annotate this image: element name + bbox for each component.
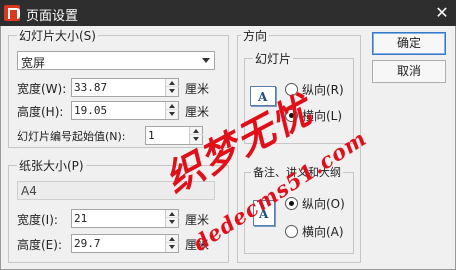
- slide-height-input[interactable]: [74, 103, 162, 118]
- start-number-stepper[interactable]: [145, 126, 203, 145]
- start-number-input[interactable]: [148, 128, 186, 143]
- slide-size-select[interactable]: 宽屏: [17, 51, 215, 70]
- title-bar: 页面设置 ✕: [0, 0, 456, 26]
- notes-landscape-label: 横向(A): [302, 225, 344, 239]
- paper-size-group: 纸张大小(P) A4 宽度(I): 厘米 高度(E): 厘米: [8, 157, 229, 263]
- landscape-page-icon: A: [250, 86, 276, 106]
- close-button[interactable]: ✕: [428, 0, 456, 26]
- slide-portrait-radio[interactable]: 纵向(R): [285, 81, 344, 98]
- paper-size-value: A4: [21, 184, 37, 198]
- paper-size-select[interactable]: A4: [17, 181, 215, 200]
- slide-size-value: 宽屏: [21, 56, 46, 70]
- increment-arrow-icon[interactable]: [166, 235, 179, 243]
- radio-icon[interactable]: [285, 197, 298, 210]
- radio-icon[interactable]: [285, 83, 298, 96]
- slide-height-label: 高度(H):: [17, 105, 64, 119]
- slide-portrait-label: 纵向(R): [302, 83, 344, 97]
- increment-arrow-icon[interactable]: [166, 102, 179, 110]
- start-number-label: 幻灯片编号起始值(N):: [17, 130, 126, 143]
- paper-size-legend: 纸张大小(P): [17, 157, 86, 174]
- increment-arrow-icon[interactable]: [190, 127, 203, 135]
- decrement-arrow-icon[interactable]: [166, 218, 179, 226]
- slide-size-legend: 幻灯片大小(S): [17, 27, 98, 44]
- window-title: 页面设置: [26, 9, 79, 24]
- paper-height-label: 高度(E):: [17, 238, 62, 252]
- notes-portrait-radio[interactable]: 纵向(O): [285, 195, 345, 212]
- decrement-arrow-icon[interactable]: [166, 243, 179, 251]
- increment-arrow-icon[interactable]: [166, 210, 179, 218]
- chevron-down-icon: [202, 58, 210, 63]
- paper-width-input[interactable]: [74, 211, 162, 226]
- orientation-group: 方向 幻灯片 A 纵向(R) 横向(L) 备注、讲义和大纲 A 纵向(O) 横向…: [237, 27, 361, 263]
- radio-icon[interactable]: [285, 109, 298, 122]
- paper-height-stepper[interactable]: [71, 234, 179, 253]
- slide-orientation-group: 幻灯片 A 纵向(R) 横向(L): [244, 50, 354, 144]
- paper-height-input[interactable]: [74, 236, 162, 251]
- notes-orientation-legend: 备注、讲义和大纲: [251, 164, 343, 180]
- radio-icon[interactable]: [285, 225, 298, 238]
- wps-presentation-icon: [4, 5, 20, 21]
- slide-width-input[interactable]: [74, 80, 162, 95]
- portrait-page-icon: A: [253, 200, 275, 226]
- notes-orientation-group: 备注、讲义和大纲 A 纵向(O) 横向(A): [244, 164, 354, 254]
- slide-size-group: 幻灯片大小(S) 宽屏 宽度(W): 厘米 高度(H): 厘米 幻灯片编号起始值…: [8, 27, 229, 148]
- paper-width-stepper[interactable]: [71, 209, 179, 228]
- decrement-arrow-icon[interactable]: [190, 135, 203, 143]
- paper-height-unit: 厘米: [185, 238, 210, 252]
- ok-button[interactable]: 确定: [372, 32, 446, 55]
- decrement-arrow-icon[interactable]: [166, 87, 179, 95]
- slide-width-stepper[interactable]: [71, 78, 179, 97]
- page-setup-dialog: 幻灯片大小(S) 宽屏 宽度(W): 厘米 高度(H): 厘米 幻灯片编号起始值…: [0, 26, 456, 270]
- slide-height-stepper[interactable]: [71, 101, 179, 120]
- notes-landscape-radio[interactable]: 横向(A): [285, 223, 344, 240]
- slide-landscape-radio[interactable]: 横向(L): [285, 107, 342, 124]
- paper-width-label: 宽度(I):: [17, 213, 58, 227]
- paper-width-unit: 厘米: [185, 213, 210, 227]
- decrement-arrow-icon[interactable]: [166, 110, 179, 118]
- increment-arrow-icon[interactable]: [166, 79, 179, 87]
- slide-width-label: 宽度(W):: [17, 82, 67, 96]
- slide-height-unit: 厘米: [185, 105, 210, 119]
- notes-portrait-label: 纵向(O): [302, 197, 345, 211]
- slide-landscape-label: 横向(L): [302, 109, 343, 123]
- slide-orientation-legend: 幻灯片: [253, 50, 294, 67]
- slide-width-unit: 厘米: [185, 82, 210, 96]
- cancel-button[interactable]: 取消: [372, 60, 446, 83]
- orientation-legend: 方向: [241, 27, 270, 44]
